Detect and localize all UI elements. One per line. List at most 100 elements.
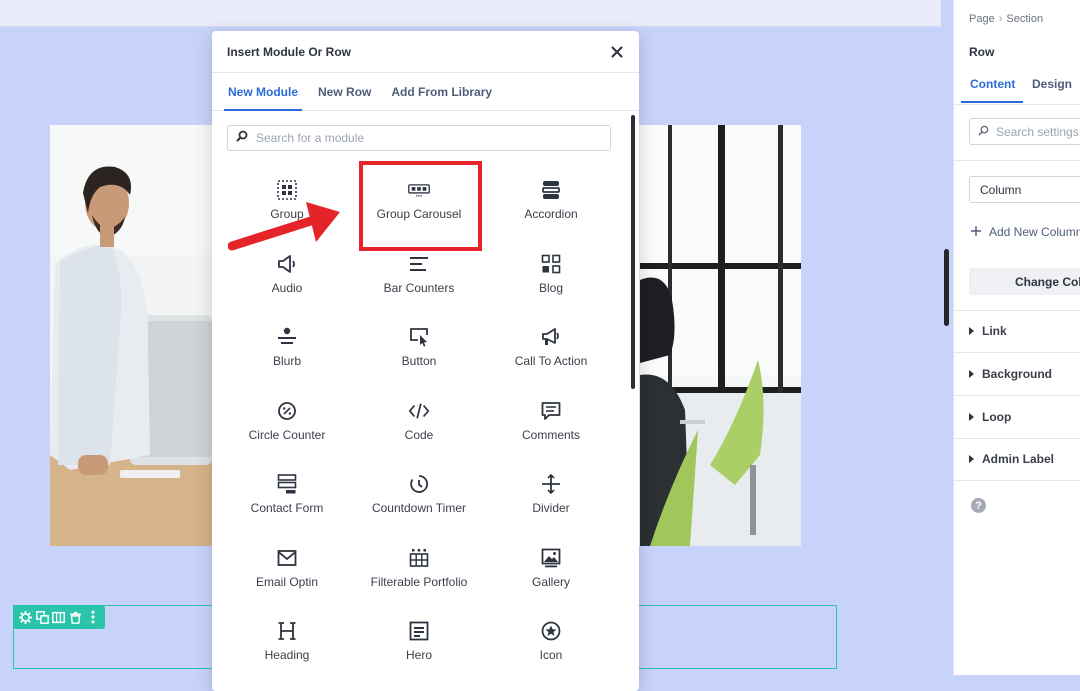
module-blog[interactable]: Blog (485, 240, 617, 314)
module-label: Circle Counter (248, 427, 326, 442)
module-label: Countdown Timer (371, 501, 467, 515)
icon-icon (540, 620, 562, 642)
module-filterable-portfolio[interactable]: Filterable Portfolio (353, 534, 485, 608)
hero-icon (408, 620, 430, 642)
accordion-icon (540, 179, 562, 201)
module-contact-form[interactable]: Contact Form (221, 460, 353, 534)
row-toolbar (13, 605, 105, 629)
module-icon[interactable]: Icon (485, 607, 617, 681)
help-icon[interactable]: ? (971, 498, 986, 513)
tab-underline (961, 101, 1023, 103)
chevron-right-icon: › (998, 13, 1003, 25)
more-icon[interactable] (86, 610, 100, 624)
module-code[interactable]: Code (353, 387, 485, 461)
photo-man-standing (50, 125, 212, 546)
module-comments[interactable]: Comments (485, 387, 617, 461)
module-button[interactable]: Button (353, 313, 485, 387)
module-label: Contact Form (250, 501, 324, 515)
module-label: Email Optin (255, 574, 319, 589)
module-heading[interactable]: Heading (221, 607, 353, 681)
module-group-carousel[interactable]: Group Carousel (353, 166, 485, 240)
panel-resize-handle[interactable] (944, 249, 949, 326)
caret-right-icon (969, 327, 974, 335)
column-select[interactable]: Column (969, 176, 1080, 203)
settings-panel: Page › Section Row Content Design Column… (953, 0, 1080, 675)
module-divider[interactable]: Divider (485, 460, 617, 534)
photo-office-window (640, 125, 801, 546)
audio-icon (276, 253, 298, 275)
tab-new-row[interactable]: New Row (308, 73, 381, 110)
module-blurb[interactable]: Blurb (221, 313, 353, 387)
module-search-input[interactable] (254, 130, 598, 146)
modal-title: Insert Module Or Row (227, 44, 352, 59)
section-link-label: Link (982, 324, 1007, 338)
tab-design[interactable]: Design (1032, 77, 1072, 91)
trash-icon[interactable] (69, 610, 83, 624)
countdown-timer-icon (408, 473, 430, 495)
panel-title: Row (969, 45, 995, 59)
modal-header: Insert Module Or Row (212, 31, 639, 73)
group-carousel-icon (408, 179, 430, 201)
tab-new-module[interactable]: New Module (218, 73, 308, 111)
panel-tabs: Content Design (954, 67, 1080, 105)
breadcrumb-page[interactable]: Page (969, 13, 995, 25)
caret-right-icon (969, 455, 974, 463)
gear-icon[interactable] (18, 610, 32, 624)
divider (954, 310, 1080, 311)
change-column-structure-button[interactable]: Change Column Structure (969, 268, 1080, 295)
tab-add-from-library[interactable]: Add From Library (381, 73, 502, 110)
section-loop[interactable]: Loop (969, 410, 1011, 424)
module-audio[interactable]: Audio (221, 240, 353, 314)
module-label: Heading (264, 648, 310, 662)
gallery-icon (540, 547, 562, 569)
module-group[interactable]: Group (221, 166, 353, 240)
comments-icon (540, 400, 562, 422)
modal-scrollbar[interactable] (631, 115, 635, 389)
email-optin-icon (276, 547, 298, 569)
tab-content[interactable]: Content (970, 77, 1015, 91)
breadcrumb-section[interactable]: Section (1006, 13, 1043, 25)
module-gallery[interactable]: Gallery (485, 534, 617, 608)
divider (954, 160, 1080, 161)
canvas-top-bar (0, 0, 941, 27)
module-label: Button (401, 354, 437, 368)
module-countdown-timer[interactable]: Countdown Timer (353, 460, 485, 534)
bar-counters-icon (408, 253, 430, 275)
module-hero[interactable]: Hero (353, 607, 485, 681)
module-circle-counter[interactable]: Circle Counter (221, 387, 353, 461)
settings-search-input[interactable] (994, 123, 1080, 140)
section-link[interactable]: Link (969, 324, 1007, 338)
add-new-column-button[interactable]: Add New Column (971, 225, 1080, 239)
module-call-to-action[interactable]: Call To Action (485, 313, 617, 387)
module-label: Bar Counters (383, 280, 455, 295)
divider (954, 352, 1080, 353)
caret-right-icon (969, 413, 974, 421)
module-label: Group (270, 207, 304, 221)
module-search (227, 125, 611, 151)
module-accordion[interactable]: Accordion (485, 166, 617, 240)
code-icon (408, 400, 430, 422)
button-icon (408, 326, 430, 348)
add-new-column-label: Add New Column (989, 225, 1080, 239)
module-label: Filterable Portfolio (370, 574, 468, 589)
section-loop-label: Loop (982, 410, 1012, 424)
plus-icon (971, 225, 981, 239)
module-label: Call To Action (514, 354, 588, 368)
section-admin-label[interactable]: Admin Label (969, 452, 1054, 466)
settings-search (969, 118, 1080, 145)
section-background-label: Background (982, 367, 1053, 381)
duplicate-icon[interactable] (35, 610, 49, 624)
module-label: Gallery (531, 574, 570, 589)
module-label: Code (404, 427, 434, 442)
contact-form-icon (276, 473, 298, 495)
columns-icon[interactable] (52, 610, 66, 624)
close-icon[interactable] (609, 44, 625, 60)
call-to-action-icon (540, 326, 562, 348)
divider (954, 480, 1080, 481)
module-bar-counters[interactable]: Bar Counters (353, 240, 485, 314)
module-label: Divider (532, 501, 570, 515)
search-icon (978, 123, 989, 141)
module-email-optin[interactable]: Email Optin (221, 534, 353, 608)
section-background[interactable]: Background (969, 367, 1052, 381)
divider-icon (540, 473, 562, 495)
